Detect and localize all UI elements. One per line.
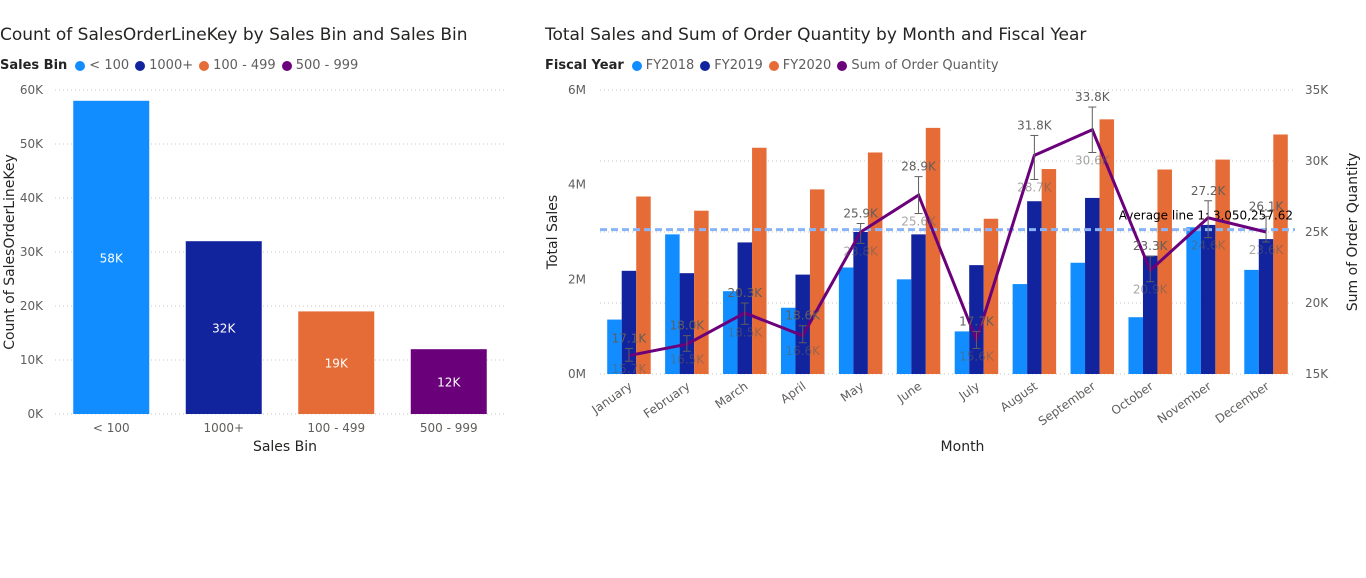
bar xyxy=(1157,169,1172,374)
chart2-plot[interactable]: 15K 20K 25K 30K 35K 0M 2M 4M 6M January February Ma… xyxy=(545,70,1366,550)
bar xyxy=(694,210,709,374)
legend-dot-icon xyxy=(700,60,711,71)
error-low-label: 30.6K xyxy=(1075,153,1111,167)
bar-data-label: 19K xyxy=(325,357,349,371)
y2-axis-title: Sum of Order Quantity xyxy=(1345,153,1361,312)
error-low-label: 23.6K xyxy=(1249,243,1285,257)
error-low-label: 18.5K xyxy=(727,325,763,339)
bar xyxy=(867,152,883,374)
y-tick-label: 0K xyxy=(27,407,44,421)
bar xyxy=(1041,169,1057,374)
legend-dot-icon xyxy=(837,60,848,71)
error-low-label: 16.5K xyxy=(670,352,706,366)
bar xyxy=(1085,197,1100,374)
error-high-label: 25.9K xyxy=(843,206,879,220)
error-high-label: 26.1K xyxy=(1249,199,1285,213)
x-tick-label: December xyxy=(1213,379,1272,426)
error-high-label: 31.8K xyxy=(1017,118,1053,132)
x-tick-label: March xyxy=(713,379,751,411)
bar xyxy=(911,234,926,374)
legend-dot-icon xyxy=(281,60,292,71)
x-tick-label: September xyxy=(1036,379,1098,429)
x-tick-label: 1000+ xyxy=(203,421,244,435)
bar xyxy=(1128,317,1143,374)
y-tick-label: 40K xyxy=(20,191,44,205)
error-low-label: 15.7K xyxy=(612,362,648,376)
error-low-label: 25.6K xyxy=(901,215,937,229)
error-high-label: 20.3K xyxy=(727,286,763,300)
x-tick-label: April xyxy=(778,379,809,406)
x-tick-label: 500 - 999 xyxy=(420,421,478,435)
x-tick-label: October xyxy=(1109,379,1156,418)
x-tick-label: < 100 xyxy=(93,421,130,435)
y-tick-label: 30K xyxy=(20,245,44,259)
y-tick-label: 2M xyxy=(568,272,586,286)
x-tick-label: February xyxy=(641,379,693,421)
y2-tick-label: 15K xyxy=(1305,367,1329,381)
error-low-label: 23.8K xyxy=(843,244,879,258)
error-high-label: 33.8K xyxy=(1075,90,1111,104)
error-low-label: 20.9K xyxy=(1133,283,1169,297)
legend-dot-icon xyxy=(768,60,779,71)
bar-data-label: 32K xyxy=(212,322,236,336)
y-tick-label: 50K xyxy=(20,137,44,151)
bar-data-label: 58K xyxy=(100,251,124,265)
bar xyxy=(1244,269,1259,374)
bar xyxy=(838,267,854,374)
error-low-label: 28.7K xyxy=(1017,180,1053,194)
legend-dot-icon xyxy=(75,60,86,71)
x-axis-title: Month xyxy=(941,439,985,455)
error-high-label: 27.2K xyxy=(1191,184,1227,198)
y-tick-label: 4M xyxy=(568,178,586,192)
y-tick-label: 0M xyxy=(568,367,586,381)
y-axis-title: Count of SalesOrderLineKey xyxy=(2,154,18,350)
error-low-label: 16.6K xyxy=(785,344,821,358)
y2-tick-label: 20K xyxy=(1305,296,1329,310)
x-tick-label: July xyxy=(956,379,983,403)
y2-tick-label: 30K xyxy=(1305,154,1329,168)
x-tick-label: 100 - 499 xyxy=(307,421,365,435)
bar xyxy=(752,147,767,374)
error-high-label: 17.1K xyxy=(612,331,648,345)
error-high-label: 28.9K xyxy=(901,160,937,174)
x-tick-label: June xyxy=(894,379,924,406)
bar xyxy=(1027,201,1042,374)
legend-dot-icon xyxy=(631,60,642,71)
y-tick-label: 20K xyxy=(20,299,44,313)
y-axis-title: Total Sales xyxy=(545,195,561,270)
legend-dot-icon xyxy=(199,60,210,71)
error-low-label: 15.6K xyxy=(959,349,995,363)
x-tick-label: August xyxy=(998,379,1041,415)
bar xyxy=(1258,239,1274,374)
error-high-label: 23.3K xyxy=(1133,239,1169,253)
bar-data-label: 12K xyxy=(437,376,461,390)
bar xyxy=(1012,284,1028,374)
x-tick-label: November xyxy=(1155,379,1214,426)
bar xyxy=(896,279,912,374)
chart1-title: Count of SalesOrderLineKey by Sales Bin … xyxy=(0,25,468,45)
y2-tick-label: 35K xyxy=(1305,83,1329,97)
x-tick-label: January xyxy=(589,379,635,417)
y-tick-label: 10K xyxy=(20,353,44,367)
bar xyxy=(1070,262,1086,374)
legend-dot-icon xyxy=(135,60,146,71)
x-axis-title: Sales Bin xyxy=(253,439,317,455)
error-high-label: 18.6K xyxy=(785,309,821,323)
y2-tick-label: 25K xyxy=(1305,225,1329,239)
error-low-label: 24.6K xyxy=(1191,239,1227,253)
y-tick-label: 60K xyxy=(20,83,44,97)
error-high-label: 17.7K xyxy=(959,314,995,328)
x-tick-label: May xyxy=(838,379,866,405)
chart2-title: Total Sales and Sum of Order Quantity by… xyxy=(545,25,1087,45)
chart1-plot[interactable]: 0K 10K 20K 30K 40K 50K 60K 58K < 100 32K 1000+ 19K 1… xyxy=(0,70,520,550)
error-high-label: 18.0K xyxy=(670,319,706,333)
bar xyxy=(636,196,651,374)
y-tick-label: 6M xyxy=(568,83,586,97)
